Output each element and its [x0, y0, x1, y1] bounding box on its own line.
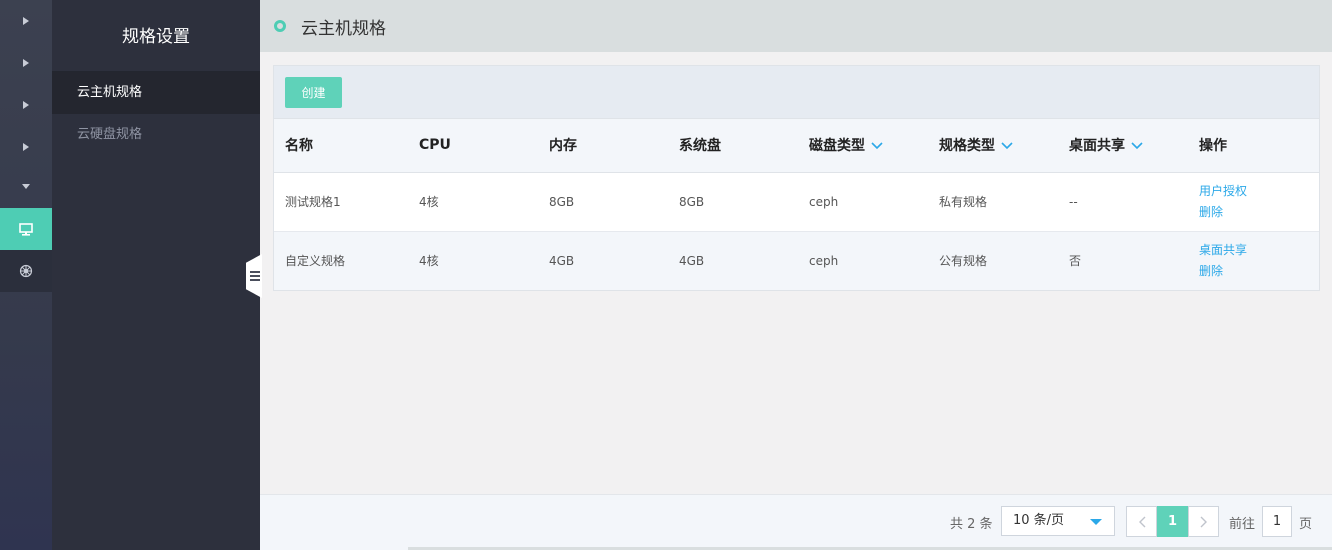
- cell-name: 自定义规格: [274, 231, 408, 290]
- column-header-label: 规格类型: [939, 138, 995, 155]
- cell-cpu: 4核: [408, 172, 538, 232]
- chevron-left-icon: [1138, 516, 1145, 528]
- page-size-value: 10 条/页: [1013, 513, 1065, 528]
- caret-right-icon[interactable]: [0, 0, 52, 42]
- chevron-down-icon[interactable]: [1131, 142, 1143, 150]
- caret-down-icon[interactable]: [0, 166, 52, 208]
- spec-table: 名称 CPU 内存 系统盘 磁盘类型 规格类型 桌面共享 操作 测试规格1 4核…: [274, 119, 1319, 290]
- cell-memory: 8GB: [538, 172, 668, 232]
- helm-wheel-icon[interactable]: [0, 250, 52, 292]
- menu-collapse-icon: [250, 271, 260, 281]
- pagination-bar: 共 2 条 10 条/页 1 前往 1 页: [260, 494, 1332, 550]
- cell-desktop-share: --: [1058, 172, 1188, 232]
- cell-memory: 4GB: [538, 231, 668, 290]
- cell-system-disk: 8GB: [668, 172, 798, 232]
- chevron-down-icon[interactable]: [871, 142, 883, 150]
- column-header-label: 磁盘类型: [809, 138, 865, 155]
- user-authorize-link[interactable]: 用户授权: [1199, 181, 1319, 202]
- cell-spec-type: 公有规格: [928, 231, 1058, 290]
- caret-down-icon: [1090, 519, 1102, 525]
- column-header-memory: 内存: [538, 119, 668, 173]
- column-header-desktop-share[interactable]: 桌面共享: [1058, 119, 1188, 173]
- cell-actions: 桌面共享 删除: [1188, 231, 1319, 290]
- column-header-disk-type[interactable]: 磁盘类型: [798, 119, 928, 173]
- monitor-icon[interactable]: [0, 208, 52, 250]
- page-suffix-label: 页: [1299, 517, 1313, 532]
- caret-right-icon[interactable]: [0, 84, 52, 126]
- settings-sidebar: 规格设置 云主机规格 云硬盘规格: [52, 0, 260, 550]
- column-header-actions: 操作: [1188, 119, 1319, 173]
- chevron-down-icon[interactable]: [1001, 142, 1013, 150]
- column-header-name: 名称: [274, 119, 408, 173]
- table-row: 自定义规格 4核 4GB 4GB ceph 公有规格 否 桌面共享 删除: [274, 231, 1319, 290]
- prev-page-button[interactable]: [1126, 506, 1157, 537]
- column-header-spec-type[interactable]: 规格类型: [928, 119, 1058, 173]
- spec-table-panel: 创建 名称 CPU 内存 系统盘 磁盘类型 规格类型 桌面共享 操作 测试规格1…: [273, 65, 1320, 291]
- sidebar-item-vm-spec[interactable]: 云主机规格: [52, 72, 260, 114]
- desktop-share-link[interactable]: 桌面共享: [1199, 240, 1319, 261]
- goto-label: 前往: [1229, 517, 1256, 532]
- pagination-total: 共 2 条: [950, 517, 993, 532]
- table-header-row: 名称 CPU 内存 系统盘 磁盘类型 规格类型 桌面共享 操作: [274, 119, 1319, 173]
- status-ring-icon: [274, 20, 286, 32]
- cell-disk-type: ceph: [798, 172, 928, 232]
- cell-desktop-share: 否: [1058, 231, 1188, 290]
- cell-spec-type: 私有规格: [928, 172, 1058, 232]
- toolbar: 创建: [274, 66, 1319, 119]
- sidebar-title: 规格设置: [52, 0, 260, 72]
- cell-disk-type: ceph: [798, 231, 928, 290]
- cell-actions: 用户授权 删除: [1188, 172, 1319, 232]
- next-page-button[interactable]: [1188, 506, 1219, 537]
- caret-right-icon[interactable]: [0, 126, 52, 168]
- delete-link[interactable]: 删除: [1199, 261, 1319, 282]
- sidebar-item-disk-spec[interactable]: 云硬盘规格: [52, 114, 260, 156]
- table-row: 测试规格1 4核 8GB 8GB ceph 私有规格 -- 用户授权 删除: [274, 172, 1319, 232]
- column-header-system-disk: 系统盘: [668, 119, 798, 173]
- cell-name: 测试规格1: [274, 172, 408, 232]
- icon-rail: [0, 0, 52, 550]
- page-title: 云主机规格: [301, 18, 386, 39]
- goto-page-input[interactable]: 1: [1262, 506, 1292, 537]
- page-number-current[interactable]: 1: [1157, 506, 1188, 537]
- delete-link[interactable]: 删除: [1199, 202, 1319, 223]
- cell-cpu: 4核: [408, 231, 538, 290]
- create-button[interactable]: 创建: [285, 77, 342, 108]
- caret-right-icon[interactable]: [0, 42, 52, 84]
- page-header: 云主机规格: [260, 0, 1332, 52]
- page-size-select[interactable]: 10 条/页: [1001, 506, 1115, 536]
- chevron-right-icon: [1200, 516, 1207, 528]
- column-header-label: 桌面共享: [1069, 138, 1125, 155]
- cell-system-disk: 4GB: [668, 231, 798, 290]
- column-header-cpu: CPU: [408, 119, 538, 173]
